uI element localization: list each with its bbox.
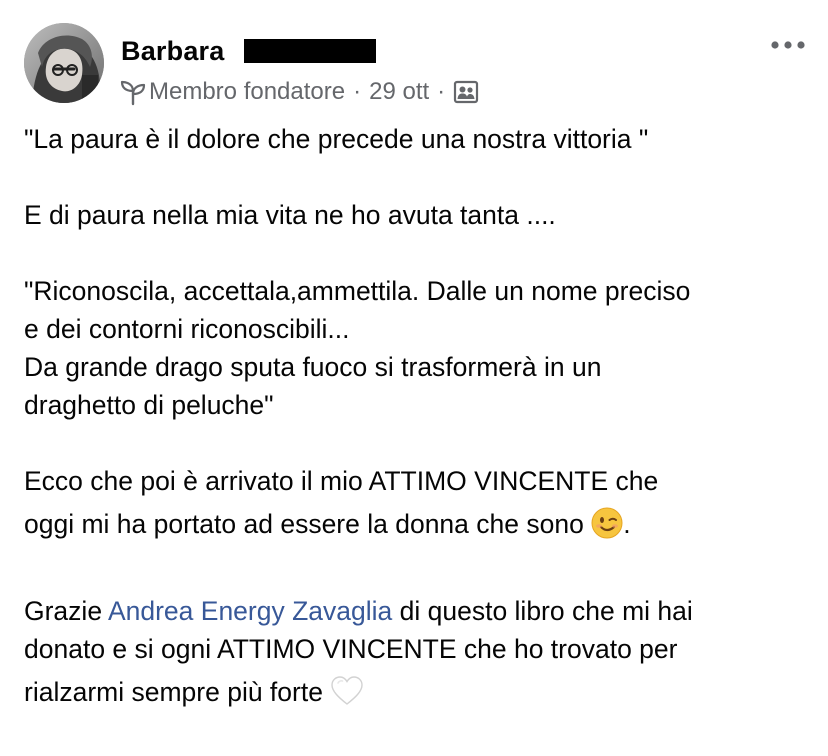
member-badge-label[interactable]: Membro fondatore — [149, 78, 345, 106]
meta-separator: · — [437, 78, 446, 105]
post-line: Da grande drago sputa fuoco si trasforme… — [24, 352, 602, 382]
post-line: Grazie Andrea Energy Zavaglia di questo … — [24, 592, 814, 630]
group-icon[interactable] — [453, 79, 479, 105]
post-timestamp[interactable]: 29 ott — [369, 78, 429, 106]
sprout-icon — [120, 80, 146, 106]
redaction-bar — [244, 39, 376, 63]
avatar-photo — [24, 23, 104, 103]
post-card: Barbara Membro fondatore · 29 ott · "La … — [0, 0, 828, 756]
post-line: rialzarmi sempre più forte — [24, 668, 814, 722]
winking-face-emoji — [591, 506, 623, 554]
post-line: Ecco che poi è arrivato il mio ATTIMO VI… — [24, 466, 659, 496]
post-line-text: Grazie — [24, 596, 108, 626]
post-line: E di paura nella mia vita ne ho avuta ta… — [24, 200, 556, 230]
mention-link[interactable]: Andrea Energy Zavaglia — [108, 596, 392, 626]
post-line: e dei contorni riconoscibili... — [24, 314, 350, 344]
post-line: donato e si ogni ATTIMO VINCENTE che ho … — [24, 634, 678, 664]
avatar[interactable] — [24, 23, 104, 103]
meta-separator: · — [353, 78, 362, 105]
post-line-text: di questo libro che mi hai — [392, 596, 693, 626]
post-line: "La paura è il dolore che precede una no… — [24, 124, 649, 154]
white-heart-emoji — [330, 674, 364, 722]
post-line-text: oggi mi ha portato ad essere la donna ch… — [24, 509, 584, 539]
post-line: oggi mi ha portato ad essere la donna ch… — [24, 500, 814, 554]
post-line-text: rialzarmi sempre più forte — [24, 677, 323, 707]
post-meta: Membro fondatore · 29 ott · — [119, 76, 479, 108]
post-line: "Riconoscila, accettala,ammettila. Dalle… — [24, 276, 691, 306]
post-header: Barbara Membro fondatore · 29 ott · — [0, 0, 828, 115]
post-line-end: . — [623, 509, 631, 539]
author-name[interactable]: Barbara — [121, 36, 224, 67]
post-line: draghetto di peluche" — [24, 390, 274, 420]
post-body: "La paura è il dolore che precede una no… — [24, 120, 814, 722]
more-horizontal-icon[interactable] — [768, 34, 808, 56]
